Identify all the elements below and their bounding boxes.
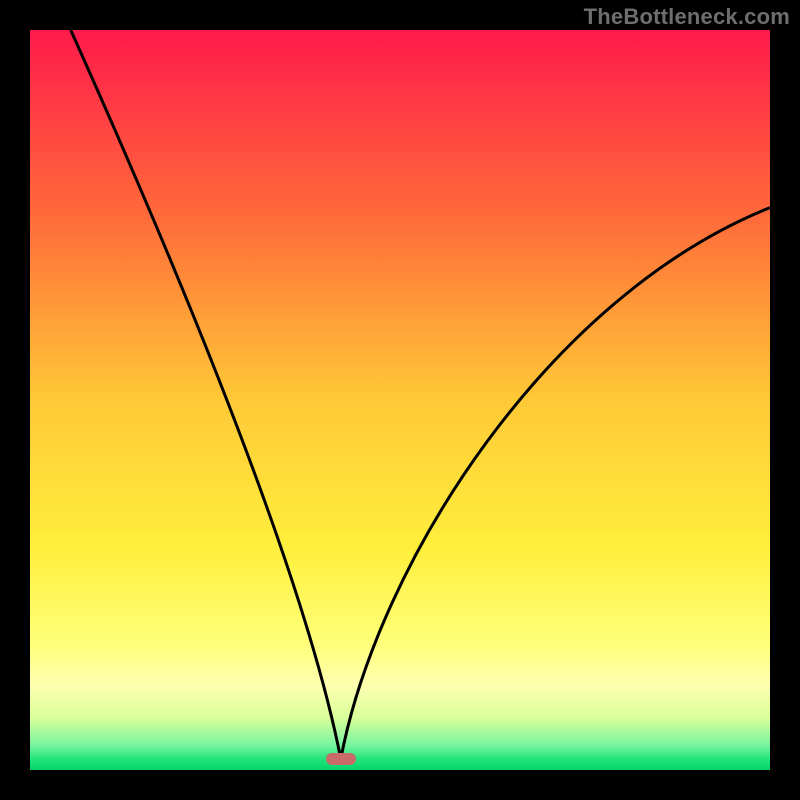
optimum-marker bbox=[326, 753, 356, 765]
watermark-text: TheBottleneck.com bbox=[584, 4, 790, 30]
bottleneck-curve bbox=[30, 30, 770, 770]
plot-area bbox=[30, 30, 770, 770]
outer-frame: TheBottleneck.com bbox=[0, 0, 800, 800]
